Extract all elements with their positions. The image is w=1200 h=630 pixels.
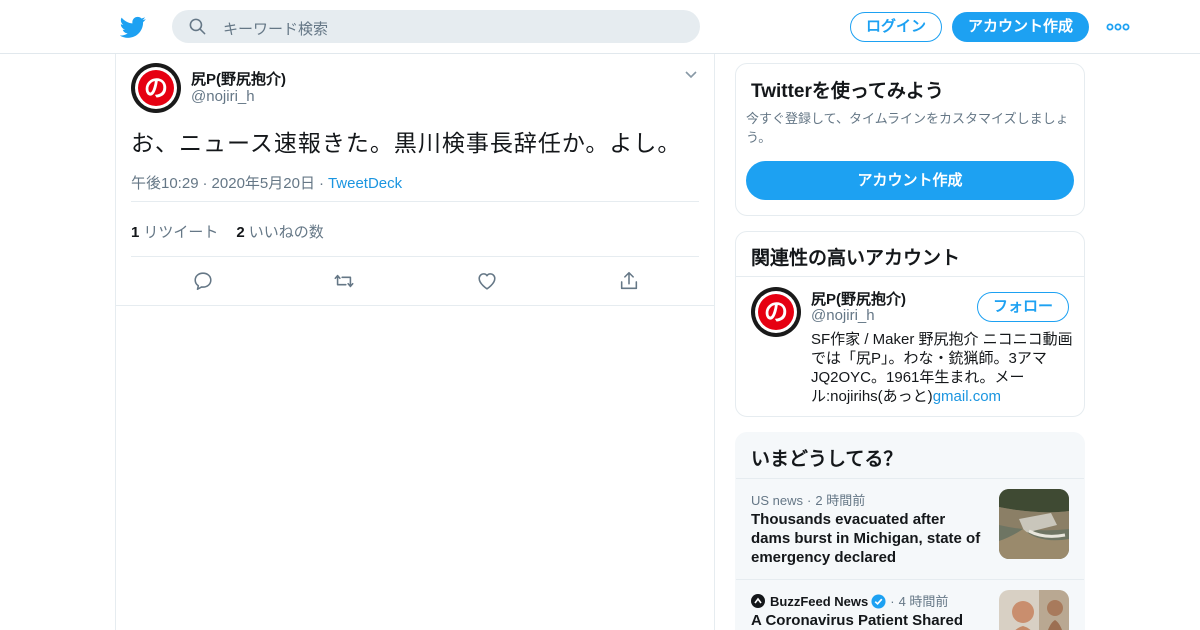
tweet-permalink: の 尻P(野尻抱介) @nojiri_h お、ニュース速報きた。黒川検事長辞任か…: [116, 54, 714, 306]
search-icon: [189, 18, 206, 35]
avatar-glyph: の: [764, 298, 788, 326]
author-handle[interactable]: @nojiri_h: [191, 88, 255, 105]
signup-card-description: 今すぐ登録して、タイムラインをカスタマイズしましょう。: [746, 111, 1069, 145]
trend-thumbnail-image[interactable]: [999, 489, 1069, 559]
retweet-stat[interactable]: 1 リツイート: [131, 224, 218, 241]
chevron-down-icon[interactable]: [684, 70, 698, 80]
tweet-metadata: 午後10:29 · 2020年5月20日 · TweetDeck: [131, 175, 403, 192]
tweet-source-link[interactable]: TweetDeck: [328, 175, 402, 192]
divider: [736, 276, 1084, 277]
follow-button[interactable]: フォロー: [977, 292, 1069, 322]
tweet-time[interactable]: 午後10:29: [131, 175, 199, 192]
related-account-handle[interactable]: @nojiri_h: [811, 307, 875, 324]
verified-badge-icon: [871, 594, 886, 609]
author-name[interactable]: 尻P(野尻抱介): [191, 68, 286, 89]
like-stat[interactable]: 2 いいねの数: [236, 224, 323, 241]
trend-headline[interactable]: Thousands evacuated after dams burst in …: [751, 510, 986, 567]
share-icon[interactable]: [618, 270, 640, 292]
like-stat-label: いいねの数: [248, 224, 324, 241]
like-count: 2: [236, 224, 245, 241]
top-navigation-bar: キーワード検索 ログイン アカウント作成: [0, 0, 1200, 54]
buzzfeed-logo-icon: [751, 594, 765, 608]
avatar-glyph: の: [144, 74, 168, 102]
more-dots-icon[interactable]: [1106, 20, 1130, 34]
reply-icon[interactable]: [192, 270, 214, 292]
bio-link[interactable]: gmail.com: [933, 388, 1001, 405]
avatar[interactable]: の: [131, 63, 181, 113]
signup-card: Twitterを使ってみよう 今すぐ登録して、タイムラインをカスタマイズしましょ…: [735, 63, 1085, 216]
trends-card: いまどうしてる？ US news · 2 時間前 Thousands evacuat…: [735, 432, 1085, 630]
twitter-bird-icon[interactable]: [120, 14, 146, 40]
trend-headline[interactable]: A Coronavirus Patient Shared: [751, 611, 986, 630]
tweet-text: お、ニュース速報きた。黒川検事長辞任か。よし。: [131, 130, 682, 156]
signup-card-button[interactable]: アカウント作成: [746, 161, 1074, 200]
retweet-count: 1: [131, 224, 140, 241]
divider: [736, 478, 1084, 479]
related-account-bio: SF作家 / Maker 野尻抱介 ニコニコ動画では「尻P」。わな・銃猟師。3ア…: [811, 330, 1073, 406]
like-icon[interactable]: [476, 270, 498, 292]
related-accounts-title: 関連性の高いアカウント: [751, 248, 961, 269]
divider: [131, 256, 699, 257]
tweet-date[interactable]: 2020年5月20日: [212, 175, 315, 192]
avatar[interactable]: の: [751, 287, 801, 337]
related-accounts-card: 関連性の高いアカウント の 尻P(野尻抱介) @nojiri_h フォロー SF…: [735, 231, 1085, 417]
trend-source: BuzzFeed News: [770, 594, 869, 609]
trend-time: 2 時間前: [815, 493, 866, 508]
divider: [736, 579, 1084, 580]
retweet-icon[interactable]: [333, 270, 355, 292]
related-account-name[interactable]: 尻P(野尻抱介): [811, 288, 906, 309]
trend-time: 4 時間前: [898, 594, 949, 609]
signup-button[interactable]: アカウント作成: [952, 12, 1089, 42]
trends-title: いまどうしてる？: [751, 449, 903, 470]
login-button[interactable]: ログイン: [850, 12, 942, 42]
tweet-actions: [116, 270, 714, 294]
search-input[interactable]: キーワード検索: [223, 18, 328, 39]
retweet-stat-label: リツイート: [143, 224, 219, 241]
trend-source: US news: [751, 493, 804, 508]
tweet-stats: 1 リツイート 2 いいねの数: [131, 221, 324, 242]
trend-thumbnail-image[interactable]: [999, 590, 1069, 630]
main-timeline-column: の 尻P(野尻抱介) @nojiri_h お、ニュース速報きた。黒川検事長辞任か…: [115, 54, 715, 630]
trend-item-meta: BuzzFeed News · 4 時間前: [751, 591, 948, 610]
trend-item-meta: US news · 2 時間前: [751, 493, 866, 508]
divider: [131, 201, 699, 202]
signup-card-title: Twitterを使ってみよう: [751, 81, 944, 102]
search-box[interactable]: キーワード検索: [172, 10, 700, 43]
